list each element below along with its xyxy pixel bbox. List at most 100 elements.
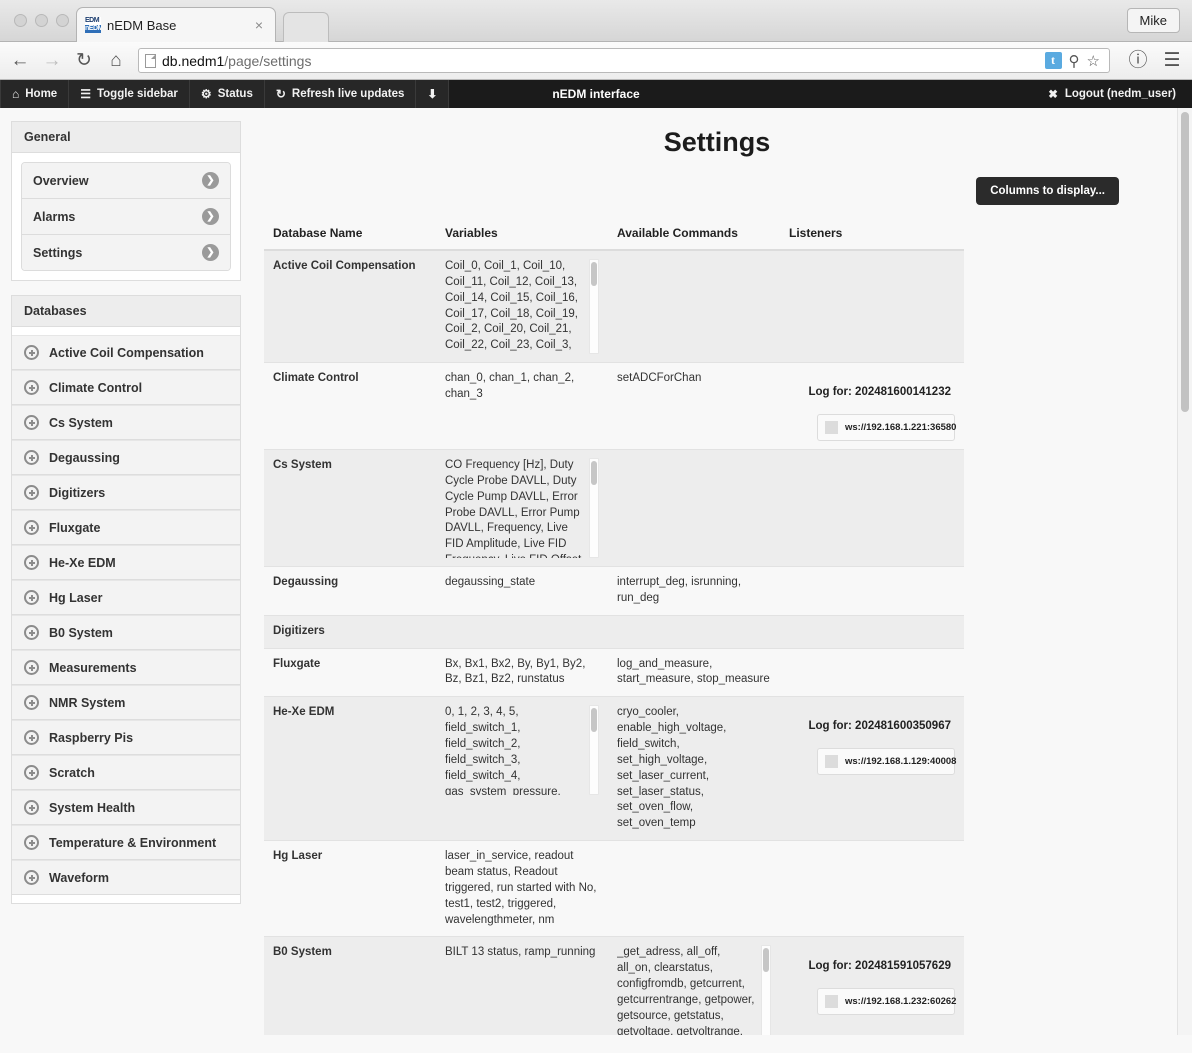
bookmark-star-icon[interactable]: ☆ (1087, 52, 1100, 70)
table-header: Database Name Variables Available Comman… (264, 218, 964, 251)
cell-variables: CO Frequency [Hz], Duty Cycle Probe DAVL… (436, 448, 608, 567)
table-row[interactable]: Climate Control chan_0, chan_1, chan_2, … (264, 362, 964, 450)
nav-status-button[interactable]: ⚙ Status (189, 80, 265, 108)
page-scrollbar-track[interactable] (1177, 108, 1192, 1035)
tumblr-icon[interactable]: t (1044, 52, 1062, 69)
cell-listeners (780, 614, 964, 649)
new-tab-button[interactable] (283, 12, 329, 42)
tab-close-icon[interactable]: × (251, 17, 267, 33)
cell-variables: chan_0, chan_1, chan_2, chan_3 (436, 362, 608, 450)
forward-icon[interactable]: → (42, 51, 62, 70)
nav-refresh-live-updates-button[interactable]: ↻ Refresh live updates (264, 80, 417, 108)
table-row[interactable]: Digitizers (264, 614, 964, 649)
variables-scroll-area[interactable]: Coil_0, Coil_1, Coil_10, Coil_11, Coil_1… (445, 259, 599, 354)
maximize-window-button[interactable] (56, 14, 69, 27)
sidebar-item-digitizers[interactable]: Digitizers (12, 475, 240, 510)
scrollbar-thumb[interactable] (591, 460, 597, 485)
log-label: Log for: 202481591057629 (808, 960, 951, 973)
cell-listeners: Log for: 202481600350967 ws://192.168.1.… (780, 696, 964, 841)
page-scrollbar-thumb[interactable] (1181, 112, 1189, 412)
logout-button[interactable]: ✖ Logout (nedm_user) (1042, 87, 1182, 101)
minimize-window-button[interactable] (35, 14, 48, 27)
sidebar-item-label: NMR System (49, 695, 126, 710)
menu-icon[interactable]: ☰ (1162, 51, 1182, 70)
columns-to-display-button[interactable]: Columns to display... (976, 177, 1119, 205)
address-bar[interactable]: db.nedm1/page/settings t ⚲ ☆ (138, 48, 1110, 73)
sidebar-item-system-health[interactable]: System Health (12, 790, 240, 825)
sidebar-item-measurements[interactable]: Measurements (12, 650, 240, 685)
commands-scroll-area[interactable]: _get_adress, all_off, all_on, clearstatu… (617, 945, 771, 1035)
search-icon[interactable]: ⚲ (1069, 52, 1080, 70)
nav-home-button[interactable]: ⌂ Home (0, 80, 70, 108)
sidebar-item-label: Temperature & Environment (49, 835, 217, 850)
nav-toggle-sidebar-button[interactable]: ☰ Toggle sidebar (69, 80, 190, 108)
cell-commands: log_and_measure, start_measure, stop_mea… (608, 647, 780, 697)
sidebar-item-alarms[interactable]: Alarms ❯ (22, 199, 230, 235)
table-row[interactable]: Degaussing degaussing_state interrupt_de… (264, 565, 964, 616)
info-icon[interactable]: ⓘ (1128, 51, 1148, 70)
cell-database-name: Climate Control (264, 362, 436, 450)
table-row[interactable]: B0 System BILT 13 status, ramp_running _… (264, 936, 964, 1035)
websocket-listener-button[interactable]: ws://192.168.1.221:36580 (817, 413, 956, 441)
sidebar-item-raspberry-pis[interactable]: Raspberry Pis (12, 720, 240, 755)
sidebar-item-settings[interactable]: Settings ❯ (22, 235, 230, 270)
sidebar-item-hg-laser[interactable]: Hg Laser (12, 580, 240, 615)
table-row[interactable]: Cs System CO Frequency [Hz], Duty Cycle … (264, 448, 964, 567)
websocket-listener-button[interactable]: ws://192.168.1.129:40008 (817, 748, 957, 776)
home-icon[interactable]: ⌂ (106, 51, 126, 70)
sidebar-item-label: Digitizers (49, 485, 106, 500)
column-header-available-commands[interactable]: Available Commands (608, 218, 780, 251)
column-header-listeners[interactable]: Listeners (780, 218, 964, 251)
variables-scroll-area[interactable]: CO Frequency [Hz], Duty Cycle Probe DAVL… (445, 457, 599, 558)
sidebar-item-fluxgate[interactable]: Fluxgate (12, 510, 240, 545)
browser-window: EDM nEDM nEDM Base × Mike ← → ↻ ⌂ db.ned… (0, 0, 1192, 1053)
scrollbar-thumb[interactable] (591, 708, 597, 733)
back-icon[interactable]: ← (10, 51, 30, 70)
sidebar-item-label: Active Coil Compensation (49, 345, 204, 360)
table-row[interactable]: He-Xe EDM 0, 1, 2, 3, 4, 5, field_switch… (264, 696, 964, 841)
sidebar: General Overview ❯ Alarms ❯ Settings ❯ D… (11, 121, 241, 918)
reload-icon[interactable]: ↻ (74, 51, 94, 70)
sidebar-item-overview[interactable]: Overview ❯ (22, 163, 230, 199)
sidebar-item-active-coil-compensation[interactable]: Active Coil Compensation (12, 335, 240, 370)
table-row[interactable]: Fluxgate Bx, Bx1, Bx2, By, By1, By2, Bz,… (264, 647, 964, 697)
sidebar-item-degaussing[interactable]: Degaussing (12, 440, 240, 475)
sidebar-item-waveform[interactable]: Waveform (12, 860, 240, 895)
profile-button[interactable]: Mike (1126, 8, 1180, 33)
cell-variables: BILT 13 status, ramp_running (436, 936, 608, 1035)
table-row[interactable]: Active Coil Compensation Coil_0, Coil_1,… (264, 249, 964, 363)
page-title: Settings (663, 127, 771, 157)
general-panel-body: Overview ❯ Alarms ❯ Settings ❯ (11, 153, 241, 281)
nav-download-button[interactable]: ⬇ (416, 80, 450, 108)
cell-listeners (780, 840, 964, 937)
cell-database-name: Degaussing (264, 565, 436, 616)
cell-commands: interrupt_deg, isrunning, run_deg (608, 565, 780, 616)
toolbar-row: Columns to display... (260, 177, 1174, 205)
scrollbar-thumb[interactable] (763, 948, 769, 973)
sidebar-item-climate-control[interactable]: Climate Control (12, 370, 240, 405)
log-label: Log for: 202481600141232 (808, 386, 951, 398)
sidebar-item-cs-system[interactable]: Cs System (12, 405, 240, 440)
sidebar-item-temperature-environment[interactable]: Temperature & Environment (12, 825, 240, 860)
cell-variables: Coil_0, Coil_1, Coil_10, Coil_11, Coil_1… (436, 249, 608, 363)
commands-text: _get_adress, all_off, all_on, clearstatu… (617, 946, 755, 1035)
websocket-listener-button[interactable]: ws://192.168.1.232:60262 (817, 988, 956, 1016)
websocket-url: ws://192.168.1.129:40008 (845, 756, 957, 768)
cell-variables: degaussing_state (436, 565, 608, 616)
table-row[interactable]: Hg Laser laser_in_service, readout beam … (264, 840, 964, 937)
scrollbar-thumb[interactable] (591, 262, 597, 286)
sidebar-item-b0-system[interactable]: B0 System (12, 615, 240, 650)
sidebar-item-nmr-system[interactable]: NMR System (12, 685, 240, 720)
cell-database-name: Hg Laser (264, 840, 436, 937)
variables-scroll-area[interactable]: 0, 1, 2, 3, 4, 5, field_switch_1, field_… (445, 705, 599, 796)
browser-tab[interactable]: EDM nEDM nEDM Base × (76, 7, 276, 42)
column-header-variables[interactable]: Variables (436, 218, 608, 251)
tab-title: nEDM Base (107, 17, 177, 33)
close-window-button[interactable] (14, 14, 27, 27)
sidebar-item-label: Raspberry Pis (49, 730, 134, 745)
sidebar-item-scratch[interactable]: Scratch (12, 755, 240, 790)
sidebar-item-he-xe-edm[interactable]: He-Xe EDM (12, 545, 240, 580)
plus-circle-icon (24, 345, 39, 360)
column-header-database-name[interactable]: Database Name (264, 218, 436, 251)
cell-database-name: Digitizers (264, 614, 436, 649)
